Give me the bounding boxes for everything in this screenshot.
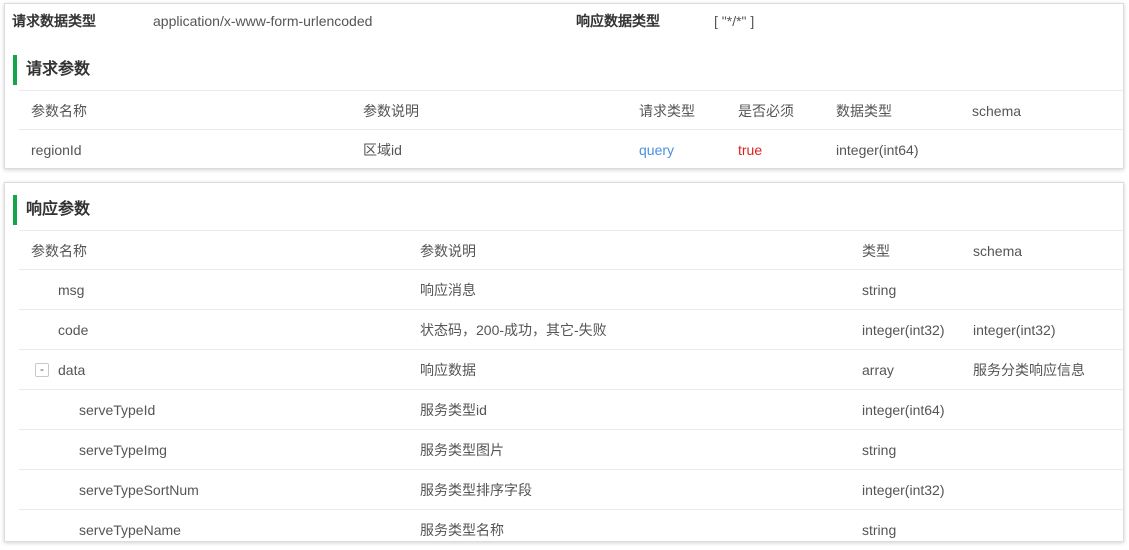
table-row-child: serveTypeName 服务类型名称 string	[19, 510, 1123, 550]
param-desc: 服务类型排序字段	[420, 482, 532, 498]
table-row-child: serveTypeSortNum 服务类型排序字段 integer(int32)	[19, 470, 1123, 510]
param-schema: integer(int32)	[973, 322, 1056, 338]
collapse-toggle-button[interactable]: -	[35, 363, 49, 377]
param-type: string	[862, 522, 897, 538]
response-content-type-value: [ "*/*" ]	[714, 13, 755, 29]
header-param-desc: 参数说明	[420, 243, 476, 259]
request-panel: 请求数据类型 application/x-www-form-urlencoded…	[4, 3, 1124, 169]
content-type-bar: 请求数据类型 application/x-www-form-urlencoded…	[5, 4, 1123, 38]
param-name: data	[58, 362, 86, 378]
param-type: integer(int32)	[862, 322, 945, 338]
param-schema: 服务分类响应信息	[973, 362, 1085, 378]
table-header-row: 参数名称 参数说明 类型 schema	[19, 230, 1123, 270]
param-in: query	[639, 142, 675, 158]
param-desc: 服务类型名称	[420, 522, 504, 538]
response-content-type-label: 响应数据类型	[576, 13, 660, 29]
param-name: code	[58, 322, 89, 338]
header-param-type: 类型	[862, 243, 890, 259]
table-row-child: serveTypeId 服务类型id integer(int64)	[19, 390, 1123, 430]
header-param-required: 是否必须	[738, 103, 794, 119]
param-desc: 状态码，200-成功，其它-失败	[420, 322, 607, 338]
request-content-type-label: 请求数据类型	[12, 13, 96, 29]
table-row-expandable: - data 响应数据 array 服务分类响应信息	[19, 350, 1123, 390]
param-name: regionId	[31, 142, 82, 158]
param-type: string	[862, 282, 897, 298]
table-row: msg 响应消息 string	[19, 270, 1123, 310]
header-param-name: 参数名称	[31, 243, 87, 259]
param-name: serveTypeImg	[79, 442, 167, 458]
table-row: code 状态码，200-成功，其它-失败 integer(int32) int…	[19, 310, 1123, 350]
param-required: true	[738, 142, 763, 158]
param-name: serveTypeId	[79, 402, 156, 418]
table-row-child: serveTypeImg 服务类型图片 string	[19, 430, 1123, 470]
param-type: integer(int64)	[836, 142, 919, 158]
response-params-title: 响应参数	[13, 195, 90, 225]
header-param-name: 参数名称	[31, 103, 87, 119]
response-params-table: 参数名称 参数说明 类型 schema msg 响应消息 string code…	[19, 230, 1123, 550]
param-type: string	[862, 442, 897, 458]
param-desc: 服务类型id	[420, 402, 487, 418]
request-params-table: 参数名称 参数说明 请求类型 是否必须 数据类型 schema regionId…	[19, 90, 1123, 170]
param-desc: 响应消息	[420, 282, 476, 298]
response-panel: 响应参数 参数名称 参数说明 类型 schema msg 响应消息 string…	[4, 182, 1124, 542]
header-param-desc: 参数说明	[363, 103, 419, 119]
param-type: integer(int32)	[862, 482, 945, 498]
table-row: regionId 区域id query true integer(int64)	[19, 130, 1123, 170]
param-type: array	[862, 362, 894, 378]
param-name: serveTypeName	[79, 522, 181, 538]
param-desc: 区域id	[363, 142, 402, 158]
param-name: msg	[58, 282, 85, 298]
header-param-schema: schema	[972, 103, 1022, 119]
header-param-in: 请求类型	[639, 103, 695, 119]
param-name: serveTypeSortNum	[79, 482, 199, 498]
request-params-title: 请求参数	[13, 55, 90, 85]
param-desc: 服务类型图片	[420, 442, 504, 458]
param-desc: 响应数据	[420, 362, 476, 378]
header-param-type: 数据类型	[836, 103, 892, 119]
table-header-row: 参数名称 参数说明 请求类型 是否必须 数据类型 schema	[19, 90, 1123, 130]
header-param-schema: schema	[973, 243, 1023, 259]
param-type: integer(int64)	[862, 402, 945, 418]
request-content-type-value: application/x-www-form-urlencoded	[153, 13, 373, 29]
